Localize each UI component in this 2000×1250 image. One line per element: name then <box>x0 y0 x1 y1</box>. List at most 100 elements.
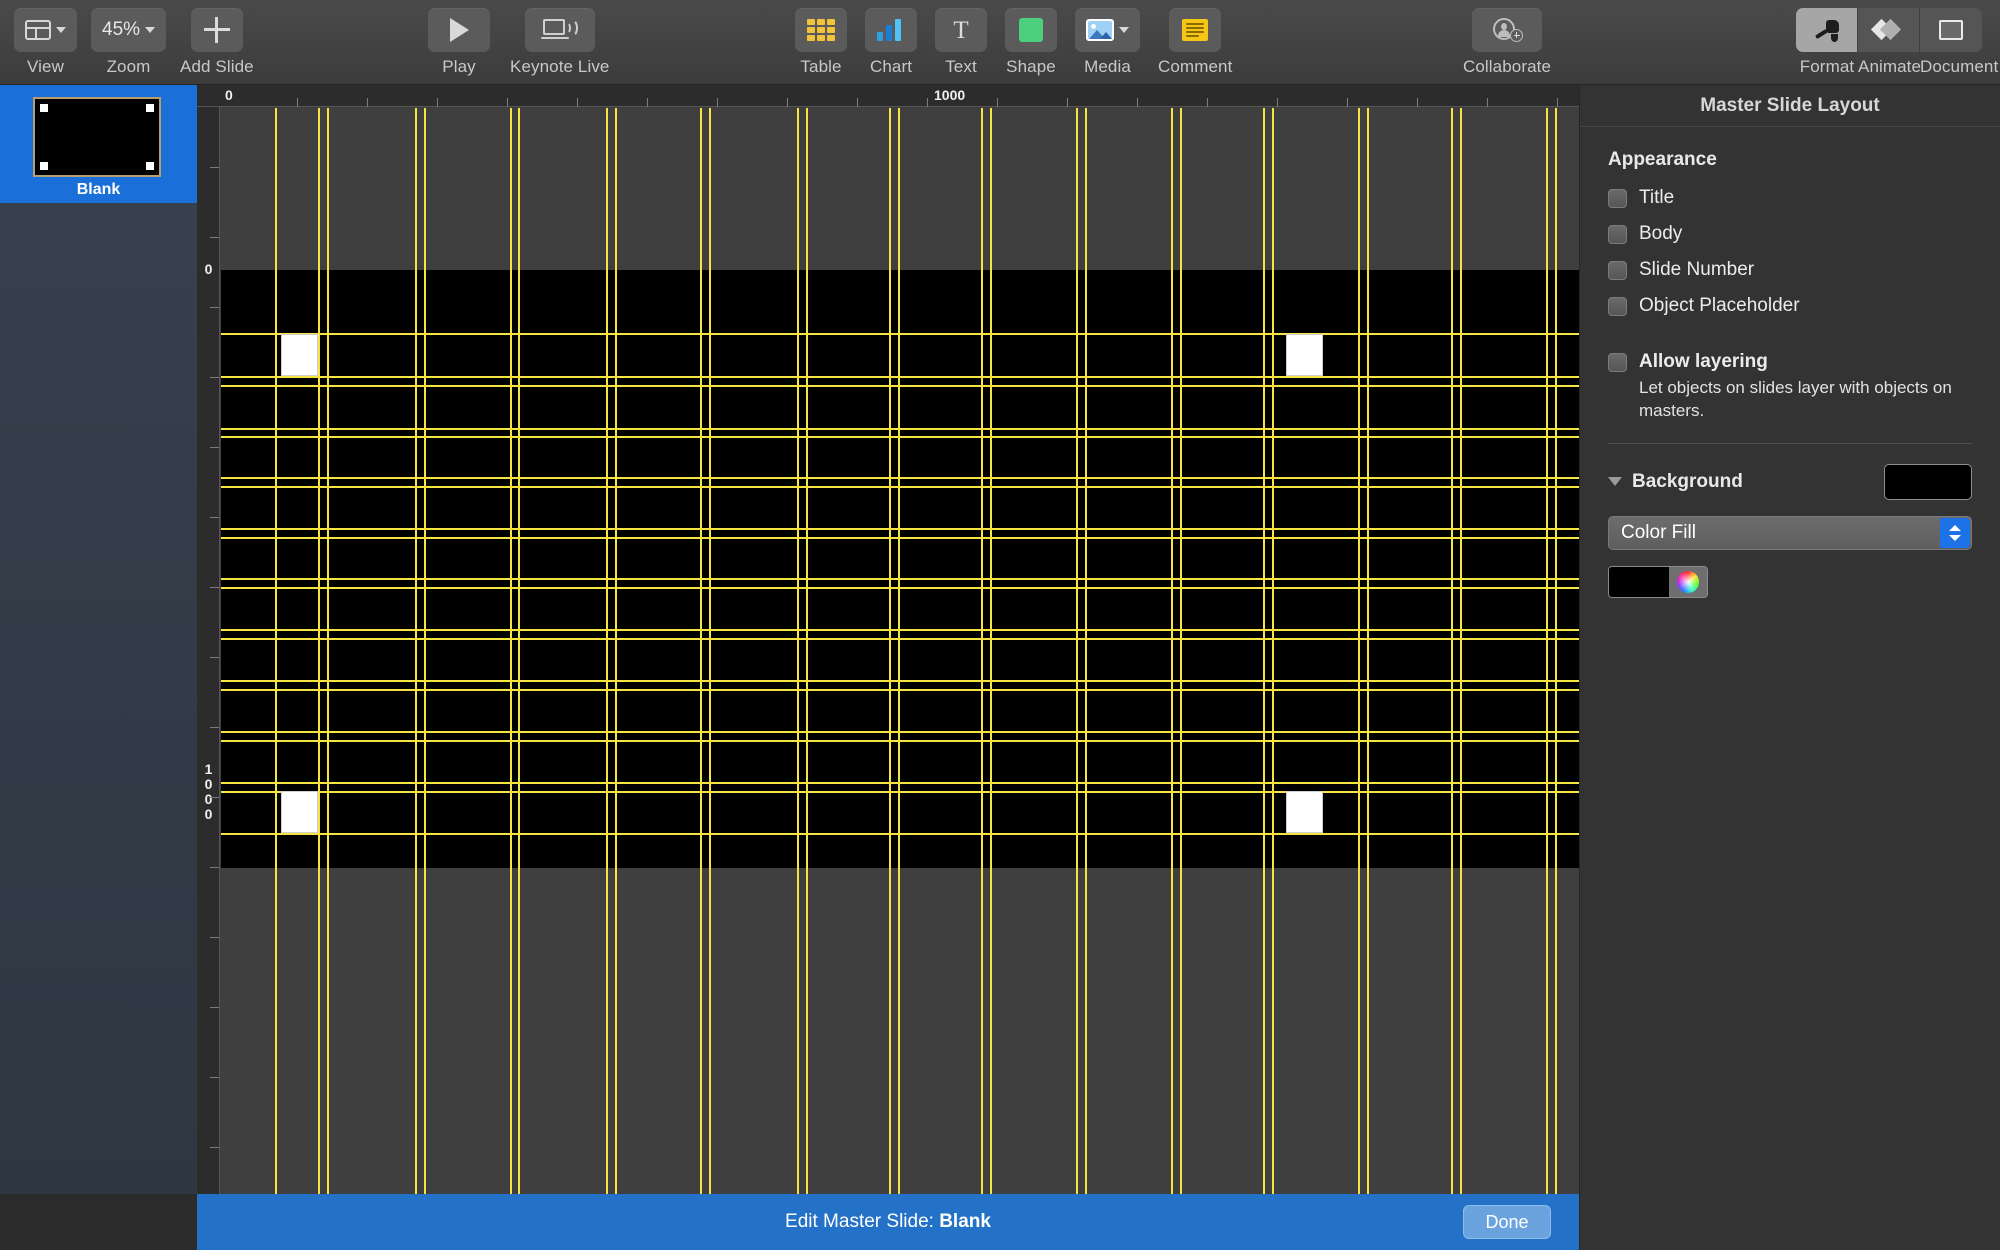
checkbox-row-title[interactable]: Title <box>1608 187 1972 209</box>
zoom-button[interactable]: 45% Zoom <box>91 8 166 77</box>
play-triangle-icon <box>450 18 469 42</box>
guide-horizontal[interactable] <box>221 528 1579 530</box>
guide-vertical[interactable] <box>1272 108 1274 1194</box>
guide-horizontal[interactable] <box>221 436 1579 438</box>
guide-vertical[interactable] <box>889 108 891 1194</box>
slide-navigator-item[interactable]: Blank <box>0 85 197 203</box>
done-button[interactable]: Done <box>1463 1205 1551 1239</box>
background-disclosure[interactable]: Background <box>1608 471 1743 493</box>
guide-marker[interactable] <box>1286 334 1323 376</box>
guide-horizontal[interactable] <box>221 376 1579 378</box>
collaborate-button[interactable]: Collaborate <box>1463 8 1551 77</box>
document-frame-icon <box>1939 20 1963 40</box>
guide-vertical[interactable] <box>424 108 426 1194</box>
text-button[interactable]: T Text <box>935 8 987 77</box>
guide-vertical[interactable] <box>898 108 900 1194</box>
comment-button[interactable]: Comment <box>1158 8 1232 77</box>
table-button[interactable]: Table <box>795 8 847 77</box>
guide-vertical[interactable] <box>1451 108 1453 1194</box>
guide-horizontal[interactable] <box>221 587 1579 589</box>
chart-button[interactable]: Chart <box>865 8 917 77</box>
checkbox-body[interactable] <box>1608 225 1627 244</box>
play-button[interactable]: Play <box>428 8 490 77</box>
add-slide-button[interactable]: Add Slide <box>180 8 254 77</box>
guide-horizontal[interactable] <box>221 578 1579 580</box>
resize-handle-bottom-right[interactable] <box>146 162 154 170</box>
slide-canvas-stage[interactable] <box>221 108 1579 1194</box>
guide-horizontal[interactable] <box>221 428 1579 430</box>
guide-vertical[interactable] <box>1171 108 1173 1194</box>
media-button[interactable]: Media <box>1075 8 1140 77</box>
shape-button[interactable]: Shape <box>1005 8 1057 77</box>
checkbox-row-allow-layering[interactable]: Allow layering <box>1608 351 1972 373</box>
guide-vertical[interactable] <box>1085 108 1087 1194</box>
guide-horizontal[interactable] <box>221 333 1579 335</box>
fill-type-popup[interactable]: Color Fill <box>1608 516 1972 550</box>
checkbox-object-placeholder[interactable] <box>1608 297 1627 316</box>
guide-marker[interactable] <box>281 334 318 376</box>
checkbox-slide-number[interactable] <box>1608 261 1627 280</box>
guide-vertical[interactable] <box>700 108 702 1194</box>
resize-handle-bottom-left[interactable] <box>40 162 48 170</box>
guide-vertical[interactable] <box>990 108 992 1194</box>
horizontal-ruler[interactable]: 0 1000 <box>197 85 1579 107</box>
guide-vertical[interactable] <box>1263 108 1265 1194</box>
checkbox-allow-layering[interactable] <box>1608 353 1627 372</box>
guide-horizontal[interactable] <box>221 638 1579 640</box>
tab-document[interactable] <box>1920 8 1982 52</box>
guide-vertical[interactable] <box>510 108 512 1194</box>
tab-format[interactable] <box>1796 8 1858 52</box>
guide-horizontal[interactable] <box>221 782 1579 784</box>
guide-horizontal[interactable] <box>221 791 1579 793</box>
checkbox-title[interactable] <box>1608 189 1627 208</box>
resize-handle-top-left[interactable] <box>40 104 48 112</box>
color-fill-swatch[interactable] <box>1609 567 1669 597</box>
checkbox-row-slide-number[interactable]: Slide Number <box>1608 259 1972 281</box>
view-button[interactable]: View <box>14 8 77 77</box>
guide-vertical[interactable] <box>1546 108 1548 1194</box>
guide-vertical[interactable] <box>606 108 608 1194</box>
resize-handle-top-right[interactable] <box>146 104 154 112</box>
keynote-live-button[interactable]: Keynote Live <box>510 8 610 77</box>
stepper-arrows-icon[interactable] <box>1940 518 1970 548</box>
guide-vertical[interactable] <box>806 108 808 1194</box>
guide-horizontal[interactable] <box>221 477 1579 479</box>
guide-horizontal[interactable] <box>221 537 1579 539</box>
guide-horizontal[interactable] <box>221 740 1579 742</box>
guide-vertical[interactable] <box>415 108 417 1194</box>
guide-vertical[interactable] <box>318 108 320 1194</box>
guide-horizontal[interactable] <box>221 680 1579 682</box>
guide-vertical[interactable] <box>1460 108 1462 1194</box>
triangle-down-icon[interactable] <box>1608 477 1622 486</box>
color-wheel-button[interactable] <box>1669 567 1707 597</box>
background-preview-swatch[interactable] <box>1884 464 1972 500</box>
guide-horizontal[interactable] <box>221 629 1579 631</box>
guide-vertical[interactable] <box>1367 108 1369 1194</box>
tab-animate[interactable] <box>1858 8 1920 52</box>
checkbox-row-object-placeholder[interactable]: Object Placeholder <box>1608 295 1972 317</box>
guide-vertical[interactable] <box>981 108 983 1194</box>
slide-navigator[interactable]: Blank <box>0 85 197 1194</box>
guide-vertical[interactable] <box>1555 108 1557 1194</box>
guide-marker[interactable] <box>281 791 318 833</box>
guide-vertical[interactable] <box>615 108 617 1194</box>
guide-horizontal[interactable] <box>221 486 1579 488</box>
guide-horizontal[interactable] <box>221 385 1579 387</box>
guide-marker[interactable] <box>1286 791 1323 833</box>
guide-vertical[interactable] <box>1180 108 1182 1194</box>
guide-vertical[interactable] <box>327 108 329 1194</box>
checkbox-row-body[interactable]: Body <box>1608 223 1972 245</box>
guide-vertical[interactable] <box>518 108 520 1194</box>
guide-horizontal[interactable] <box>221 833 1579 835</box>
guide-vertical[interactable] <box>709 108 711 1194</box>
slide-thumbnail[interactable] <box>33 97 161 177</box>
vertical-ruler[interactable]: 0 1000 <box>197 107 220 1194</box>
guide-vertical[interactable] <box>1076 108 1078 1194</box>
guide-vertical[interactable] <box>275 108 277 1194</box>
guide-horizontal[interactable] <box>221 731 1579 733</box>
guide-vertical[interactable] <box>797 108 799 1194</box>
guide-vertical[interactable] <box>1358 108 1360 1194</box>
canvas-area[interactable]: 0 1000 0 1000 <box>197 85 1579 1194</box>
guide-horizontal[interactable] <box>221 689 1579 691</box>
background-color-well[interactable] <box>1608 566 1708 598</box>
